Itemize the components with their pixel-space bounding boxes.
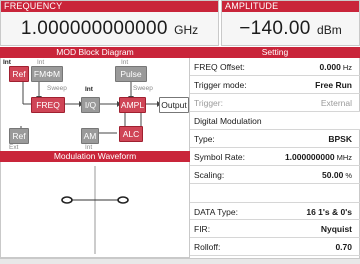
setting-trigger: Trigger: External: [190, 94, 360, 112]
setting-symbol-rate[interactable]: Symbol Rate: 1.000000000 MHz: [190, 148, 360, 166]
ampl-block[interactable]: AMPL: [119, 97, 146, 113]
amplitude-value: −140.00: [239, 18, 311, 39]
setting-freq-offset[interactable]: FREQ Offset: 0.000 Hz: [190, 58, 360, 76]
settings-spacer: [190, 184, 360, 202]
alc-block[interactable]: ALC: [119, 126, 143, 142]
setting-rolloff[interactable]: Rolloff: 0.70: [190, 238, 360, 256]
tag-int-pulse: Int: [121, 59, 129, 66]
fm-phim-block[interactable]: FMΦM: [31, 66, 63, 82]
freq-block[interactable]: FREQ: [31, 97, 65, 113]
pulse-block[interactable]: Pulse: [115, 66, 147, 82]
frequency-label: FREQUENCY: [1, 1, 218, 12]
setting-scaling[interactable]: Scaling: 50.00%: [190, 166, 360, 184]
tag-int-fm: Int: [37, 59, 45, 66]
tag-sweep-ampl: Sweep: [133, 85, 153, 92]
tag-ext: Ext: [9, 144, 19, 151]
amplitude-label: AMPLITUDE: [222, 1, 359, 12]
tag-int-ref: Int: [3, 59, 11, 66]
tag-sweep-freq: Sweep: [47, 85, 67, 92]
frequency-readout[interactable]: FREQUENCY 1.000000000000 GHz: [0, 0, 219, 46]
setting-trigger-mode[interactable]: Trigger mode: Free Run: [190, 76, 360, 94]
mod-block-diagram: Int Int Int Ref FMΦM Pulse Sweep Int Swe…: [0, 58, 190, 151]
ref-top-block[interactable]: Ref: [9, 66, 29, 82]
tag-int-am: Int: [85, 144, 93, 151]
am-block[interactable]: AM: [81, 128, 99, 144]
bpsk-constellation: [61, 166, 129, 254]
status-strip: [0, 258, 360, 264]
settings-title: Setting: [190, 47, 360, 58]
top-readouts: FREQUENCY 1.000000000000 GHz AMPLITUDE −…: [0, 0, 360, 46]
settings-panel: FREQ Offset: 0.000 Hz Trigger mode: Free …: [190, 58, 360, 258]
tag-int-iq: Int: [85, 86, 93, 93]
block-diagram-title: MOD Block Diagram: [0, 47, 190, 58]
setting-data-type[interactable]: DATA Type: 16 1's & 0's: [190, 202, 360, 220]
frequency-unit: GHz: [174, 23, 199, 37]
amplitude-unit: dBm: [317, 23, 342, 37]
output-block[interactable]: Output: [159, 97, 189, 113]
iq-block[interactable]: I/Q: [81, 97, 100, 113]
waveform-title: Modulation Waveform: [0, 151, 190, 162]
setting-fir[interactable]: FIR: Nyquist: [190, 220, 360, 238]
modulation-waveform: [0, 162, 190, 258]
section-digital-modulation: Digital Modulation: [190, 112, 360, 130]
setting-type[interactable]: Type: BPSK: [190, 130, 360, 148]
ref-bottom-block[interactable]: Ref: [9, 128, 29, 144]
frequency-value: 1.000000000000: [20, 18, 168, 39]
amplitude-readout[interactable]: AMPLITUDE −140.00 dBm: [221, 0, 360, 46]
